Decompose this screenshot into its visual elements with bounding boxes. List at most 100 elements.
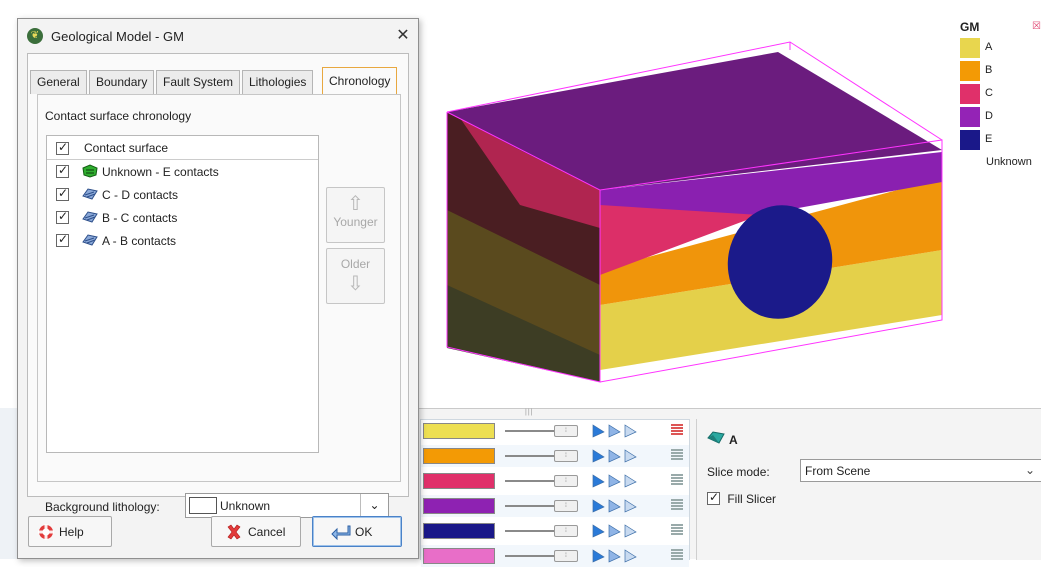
contact-surface-item[interactable]: A - B contacts: [47, 229, 318, 252]
contact-checkbox[interactable]: [56, 163, 69, 178]
lithology-row[interactable]: ⁞: [421, 445, 689, 467]
chevron-down-icon: ⌄: [1024, 463, 1035, 477]
blue-contact-icon: [82, 188, 98, 200]
list-options-icon[interactable]: [671, 499, 683, 512]
checkbox-icon[interactable]: [707, 490, 720, 505]
legend-item: D: [960, 105, 1041, 128]
lithology-row[interactable]: ⁞: [421, 420, 689, 442]
list-options-icon[interactable]: [671, 524, 683, 537]
mesh-toggle-icon[interactable]: [623, 499, 637, 513]
contact-surface-label: Unknown - E contacts: [102, 165, 219, 179]
volume-toggle-icon[interactable]: [607, 499, 621, 513]
list-options-icon[interactable]: [671, 449, 683, 462]
contact-surface-chronology-label: Contact surface chronology: [45, 109, 192, 123]
splitter-grip-icon[interactable]: |||: [525, 409, 535, 416]
contact-checkbox[interactable]: [56, 186, 69, 201]
mesh-toggle-icon[interactable]: [623, 474, 637, 488]
legend-item: A: [960, 36, 1041, 59]
geological-model-dialog: ❦ Geological Model - GM ✕ General Bounda…: [17, 18, 419, 559]
lithology-color-bar[interactable]: [423, 498, 495, 514]
dialog-titlebar[interactable]: ❦ Geological Model - GM ✕: [18, 19, 418, 53]
slider-knob[interactable]: ⁞: [554, 475, 578, 487]
slider-knob[interactable]: ⁞: [554, 450, 578, 462]
legend-label: A: [985, 41, 993, 53]
surface-toggle-icon[interactable]: [591, 499, 605, 513]
younger-label: Younger: [333, 215, 378, 229]
lithology-color-bar[interactable]: [423, 423, 495, 439]
tab-lithologies[interactable]: Lithologies: [242, 70, 314, 94]
lifebuoy-icon: [38, 524, 54, 540]
background-color-swatch: [189, 497, 217, 514]
legend: GM ☒ A B C D E Unknown: [960, 20, 1041, 174]
slice-mode-label: Slice mode:: [707, 465, 770, 479]
help-button[interactable]: Help: [28, 516, 112, 547]
lithology-color-bar[interactable]: [423, 523, 495, 539]
arrow-down-icon: ⇩: [347, 273, 364, 295]
list-header: Contact surface: [47, 136, 318, 160]
tab-general[interactable]: General: [30, 70, 87, 94]
fill-slicer-checkbox[interactable]: Fill Slicer: [707, 490, 776, 506]
mesh-toggle-icon[interactable]: [623, 424, 637, 438]
legend-label: Unknown: [986, 156, 1032, 168]
surface-toggle-icon[interactable]: [591, 424, 605, 438]
tab-chronology[interactable]: Chronology: [322, 67, 398, 95]
slider-knob[interactable]: ⁞: [554, 500, 578, 512]
contact-surface-label: C - D contacts: [102, 188, 179, 202]
contact-surface-list[interactable]: Contact surface Unknown - E contacts C - …: [46, 135, 319, 453]
contact-surface-label: A - B contacts: [102, 234, 177, 248]
contact-surface-label: B - C contacts: [102, 211, 178, 225]
lithology-color-bar[interactable]: [423, 548, 495, 564]
surface-toggle-icon[interactable]: [591, 474, 605, 488]
legend-swatch: [960, 84, 980, 104]
background-lithology-select[interactable]: Unknown ⌄: [185, 493, 389, 518]
list-options-icon[interactable]: [671, 549, 683, 562]
volume-toggle-icon[interactable]: [607, 449, 621, 463]
background-lithology-value: Unknown: [220, 499, 271, 513]
volume-toggle-icon[interactable]: [607, 549, 621, 563]
properties-panel: A Slice mode: From Scene ⌄ Fill Slicer: [696, 419, 1041, 560]
mesh-toggle-icon[interactable]: [623, 524, 637, 538]
contact-checkbox[interactable]: [56, 209, 69, 224]
younger-button[interactable]: ⇧ Younger: [326, 187, 385, 243]
older-label: Older: [340, 257, 371, 271]
help-label: Help: [59, 525, 84, 539]
legend-title: GM: [960, 20, 980, 34]
select-all-checkbox[interactable]: [56, 140, 69, 155]
surface-toggle-icon[interactable]: [591, 449, 605, 463]
lithology-color-bar[interactable]: [423, 448, 495, 464]
older-button[interactable]: Older ⇩: [326, 248, 385, 304]
volume-toggle-icon[interactable]: [607, 474, 621, 488]
ok-button[interactable]: OK: [312, 516, 402, 547]
slider-knob[interactable]: ⁞: [554, 525, 578, 537]
volume-toggle-icon[interactable]: [607, 524, 621, 538]
list-options-icon[interactable]: [671, 474, 683, 487]
lithology-row[interactable]: ⁞: [421, 545, 689, 567]
volume-toggle-icon[interactable]: [607, 424, 621, 438]
slice-mode-select[interactable]: From Scene ⌄: [800, 459, 1041, 482]
tab-fault-system[interactable]: Fault System: [156, 70, 241, 94]
geological-model-icon: ❦: [27, 28, 43, 44]
contact-surface-item[interactable]: Unknown - E contacts: [47, 160, 318, 183]
mesh-toggle-icon[interactable]: [623, 449, 637, 463]
lithology-row[interactable]: ⁞: [421, 495, 689, 517]
list-options-icon[interactable]: [671, 424, 683, 437]
surface-toggle-icon[interactable]: [591, 524, 605, 538]
legend-swatch: [960, 130, 980, 150]
close-icon[interactable]: ✕: [392, 25, 414, 47]
cancel-button[interactable]: Cancel: [211, 516, 301, 547]
lithology-row[interactable]: ⁞: [421, 470, 689, 492]
surface-toggle-icon[interactable]: [591, 549, 605, 563]
slider-knob[interactable]: ⁞: [554, 425, 578, 437]
tab-boundary[interactable]: Boundary: [89, 70, 155, 94]
legend-close-icon[interactable]: ☒: [1032, 22, 1041, 32]
dialog-panel: General Boundary Fault System Lithologie…: [27, 53, 409, 518]
chevron-down-icon[interactable]: ⌄: [360, 494, 388, 517]
contact-surface-item[interactable]: B - C contacts: [47, 206, 318, 229]
lithology-color-bar[interactable]: [423, 473, 495, 489]
mesh-toggle-icon[interactable]: [623, 549, 637, 563]
contact-surface-item[interactable]: C - D contacts: [47, 183, 318, 206]
legend-swatch: [960, 107, 980, 127]
lithology-row[interactable]: ⁞: [421, 520, 689, 542]
slider-knob[interactable]: ⁞: [554, 550, 578, 562]
contact-checkbox[interactable]: [56, 232, 69, 247]
